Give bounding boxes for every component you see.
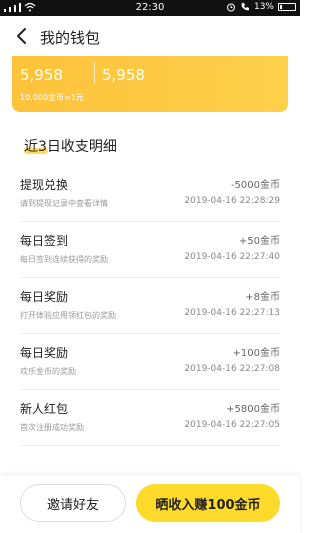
record-time: 2019-04-16 22:28:29	[184, 196, 280, 206]
record-desc: 请到提现记录中查看详情	[20, 199, 108, 208]
record-desc: 每日签到连续获得的奖励	[20, 255, 108, 264]
status-bar: 22:30 13%	[0, 0, 300, 16]
record-title: 每日奖励	[20, 290, 69, 304]
card-divider	[94, 62, 95, 84]
record-title: 提现兑换	[20, 178, 69, 192]
balance-card: 5,958 5,958 10,000金币=1元	[12, 56, 288, 112]
back-arrow-icon[interactable]	[12, 26, 32, 46]
record-desc: 欢乐金币的奖励	[20, 367, 76, 376]
phone-icon	[241, 3, 249, 11]
invite-friends-button[interactable]: 邀请好友	[20, 484, 126, 522]
record-time: 2019-04-16 22:27:05	[184, 420, 280, 430]
record-desc: 首次注册成功奖励	[20, 423, 84, 432]
record-desc: 打开体验应用领红包的奖励	[20, 311, 116, 320]
alarm-icon	[226, 3, 235, 12]
record-amount: +8金币	[245, 292, 280, 303]
records-list: 提现兑换 请到提现记录中查看详情 -5000金币 2019-04-16 22:2…	[20, 166, 280, 446]
record-title: 新人红包	[20, 402, 69, 416]
share-income-button[interactable]: 晒收入赚100金币	[136, 484, 280, 522]
section-title: 近3日收支明细	[24, 139, 117, 155]
list-item: 每日奖励 欢乐金币的奖励 +100金币 2019-04-16 22:27:08	[20, 334, 280, 390]
list-item: 提现兑换 请到提现记录中查看详情 -5000金币 2019-04-16 22:2…	[20, 166, 280, 222]
record-amount: +5800金币	[226, 404, 280, 415]
record-amount: +100金币	[232, 348, 280, 359]
list-item: 新人红包 首次注册成功奖励 +5800金币 2019-04-16 22:27:0…	[20, 390, 280, 446]
exchange-rate: 10,000金币=1元	[20, 93, 84, 102]
page-title: 我的钱包	[40, 29, 101, 47]
record-time: 2019-04-16 22:27:08	[184, 364, 280, 374]
record-amount: -5000金币	[230, 180, 280, 191]
coin-balance-secondary: 5,958	[102, 66, 145, 84]
record-time: 2019-04-16 22:27:13	[184, 308, 280, 318]
bottom-action-bar: 邀请好友 晒收入赚100金币	[0, 476, 300, 533]
record-title: 每日签到	[20, 234, 69, 248]
nav-bar: 我的钱包	[0, 16, 300, 56]
record-amount: +50金币	[238, 236, 280, 247]
coin-balance: 5,958	[20, 66, 63, 84]
battery-icon	[278, 3, 296, 11]
status-right: 13%	[226, 2, 296, 12]
list-item: 每日签到 每日签到连续获得的奖励 +50金币 2019-04-16 22:27:…	[20, 222, 280, 278]
list-item: 每日奖励 打开体验应用领红包的奖励 +8金币 2019-04-16 22:27:…	[20, 278, 280, 334]
battery-percent: 13%	[253, 2, 274, 12]
record-title: 每日奖励	[20, 346, 69, 360]
record-time: 2019-04-16 22:27:40	[184, 252, 280, 262]
